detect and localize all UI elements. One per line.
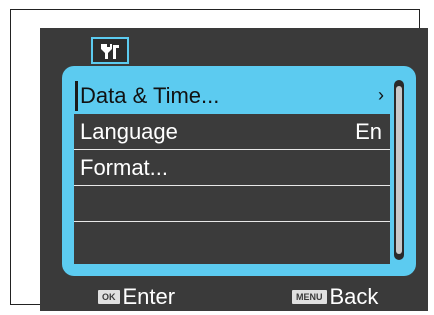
menu-item-empty[interactable]	[74, 222, 390, 258]
menu-item-language[interactable]: Language En	[74, 114, 390, 150]
menu-item-format[interactable]: Format...	[74, 150, 390, 186]
menu-item-label: Format...	[80, 155, 169, 180]
menu-list: Data & Time... › Language En Format...	[74, 78, 390, 264]
chevron-right-icon: ›	[378, 85, 384, 105]
menu-item-label: Data & Time...	[80, 83, 220, 108]
menu-item-value: En	[355, 119, 382, 144]
menu-item-label: Language	[80, 119, 178, 144]
back-label: Back	[329, 284, 379, 309]
menu-item-empty[interactable]	[74, 186, 390, 222]
camera-screen: Data & Time... › Language En Format... O…	[40, 28, 428, 311]
device-frame: Data & Time... › Language En Format... O…	[10, 9, 428, 311]
scroll-thumb[interactable]	[396, 86, 402, 254]
back-softkey[interactable]: MENU Back	[292, 284, 378, 310]
menu-key-badge: MENU	[292, 290, 327, 304]
menu-item-date-time[interactable]: Data & Time... ›	[74, 78, 390, 114]
enter-label: Enter	[122, 284, 176, 309]
enter-softkey[interactable]: OK Enter	[98, 284, 175, 310]
settings-menu: Data & Time... › Language En Format...	[62, 66, 416, 276]
selection-bracket	[75, 81, 78, 111]
settings-tab[interactable]	[91, 37, 129, 64]
scrollbar[interactable]	[394, 80, 404, 260]
wrench-settings-icon	[101, 44, 119, 59]
ok-key-badge: OK	[98, 290, 120, 304]
